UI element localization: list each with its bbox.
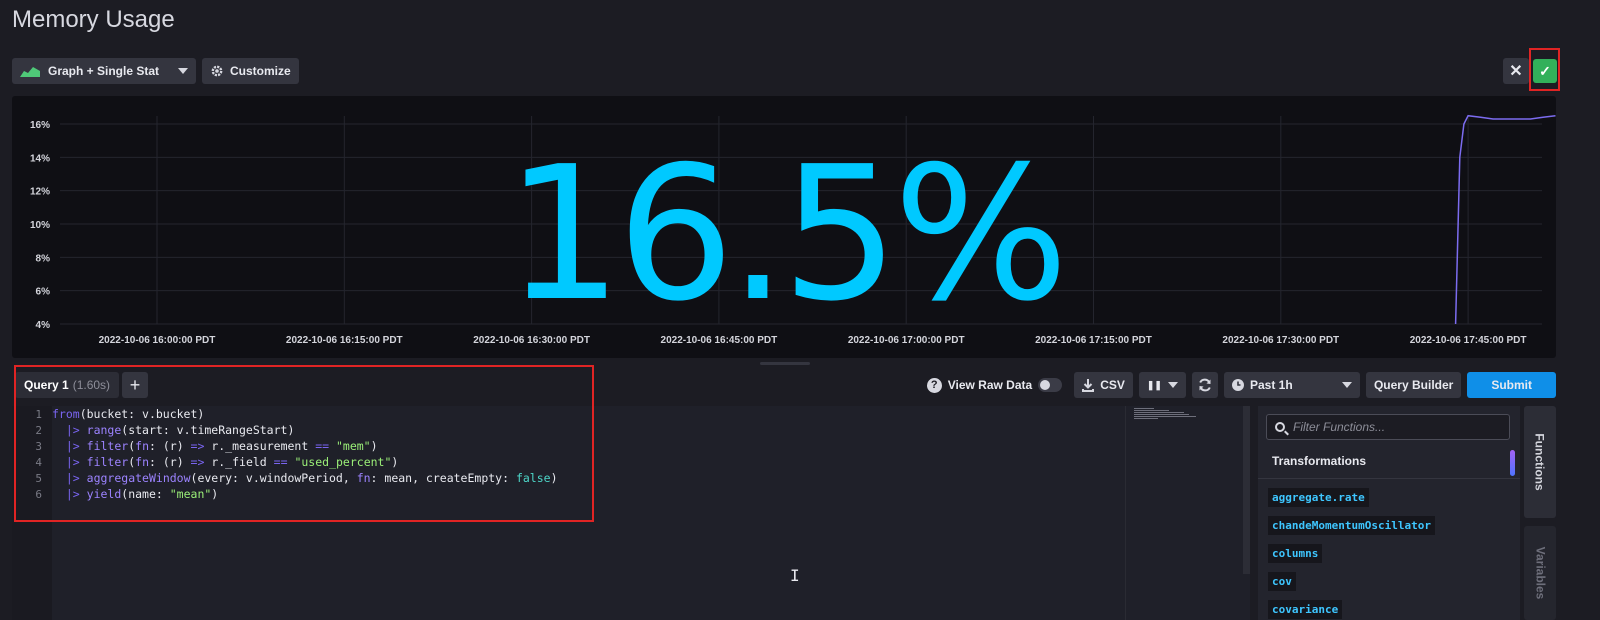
query-toolbar: Query 1 (1.60s) + ? View Raw Data CSV ❚❚ <box>12 370 1556 400</box>
add-query-button[interactable]: + <box>122 372 148 398</box>
download-icon <box>1082 378 1095 392</box>
function-item[interactable]: aggregate.rate <box>1268 488 1369 507</box>
text-cursor-icon: I <box>790 566 800 585</box>
flux-editor[interactable]: 1 2 3 4 5 6 from(bucket: v.bucket) |> ra… <box>12 406 1250 620</box>
visualization-type-dropdown[interactable]: Graph + Single Stat <box>12 58 196 84</box>
view-raw-data-toggle[interactable]: ? View Raw Data <box>926 377 1063 393</box>
minimap-line <box>1134 418 1158 419</box>
code-line: |> aggregateWindow(every: v.windowPeriod… <box>65 471 558 485</box>
minimap-line <box>1134 416 1196 417</box>
tab-functions-label: Functions <box>1533 433 1548 491</box>
tab-functions[interactable]: Functions <box>1524 406 1556 518</box>
function-category: Transformations <box>1272 454 1367 468</box>
code-line: |> range(start: v.timeRangeStart) <box>65 423 295 437</box>
minimap-line <box>1134 408 1154 409</box>
line-number: 5 <box>35 472 42 485</box>
query-tab-name: Query 1 <box>24 378 69 392</box>
plus-icon: + <box>129 374 141 395</box>
editor-minimap[interactable] <box>1125 406 1243 620</box>
line-number: 4 <box>35 456 42 469</box>
filter-functions-input[interactable]: Filter Functions... <box>1266 414 1510 440</box>
checkmark-icon: ✓ <box>1539 62 1551 79</box>
confirm-highlight: ✓ <box>1529 48 1560 91</box>
refresh-icon <box>1199 378 1211 392</box>
time-range-label: Past 1h <box>1249 378 1293 392</box>
code-line: |> filter(fn: (r) => r._field == "used_p… <box>65 455 399 469</box>
close-icon: ✕ <box>1509 63 1523 80</box>
line-number: 3 <box>35 440 42 453</box>
query-tab-time: (1.60s) <box>72 378 111 392</box>
tab-variables[interactable]: Variables <box>1524 526 1556 620</box>
line-number: 1 <box>35 408 42 421</box>
function-item[interactable]: cov <box>1268 572 1296 591</box>
code-line: |> filter(fn: (r) => r._measurement == "… <box>65 439 378 453</box>
resize-handle[interactable] <box>760 362 810 365</box>
chevron-down-icon <box>1167 382 1178 388</box>
query-builder-button[interactable]: Query Builder <box>1365 372 1462 398</box>
csv-download-button[interactable]: CSV <box>1074 372 1133 398</box>
side-tabs: Functions Variables <box>1524 406 1556 620</box>
function-item[interactable]: chandeMomentumOscillator <box>1268 516 1435 535</box>
chevron-down-icon <box>178 68 188 74</box>
visualization-type-label: Graph + Single Stat <box>48 64 160 78</box>
close-button[interactable]: ✕ <box>1503 58 1529 84</box>
functions-panel: Filter Functions... Transformations aggr… <box>1258 406 1520 620</box>
chevron-down-icon <box>1341 382 1352 388</box>
minimap-line <box>1134 412 1184 413</box>
line-number: 6 <box>35 488 42 501</box>
functions-scrollbar[interactable] <box>1510 450 1515 476</box>
editor-scrollbar[interactable] <box>1243 406 1250 574</box>
view-raw-data-label: View Raw Data <box>947 378 1033 392</box>
function-item[interactable]: covariance <box>1268 600 1343 619</box>
help-icon[interactable]: ? <box>926 377 942 393</box>
divider <box>1258 478 1520 479</box>
time-range-dropdown[interactable]: Past 1h <box>1223 372 1360 398</box>
query-tab[interactable]: Query 1 (1.60s) <box>15 372 120 398</box>
customize-label: Customize <box>230 64 291 78</box>
line-number-gutter: 1 2 3 4 5 6 <box>12 406 52 620</box>
tab-variables-label: Variables <box>1533 546 1547 600</box>
search-icon <box>1275 422 1285 432</box>
confirm-button[interactable]: ✓ <box>1533 59 1557 83</box>
refresh-button[interactable] <box>1191 372 1218 398</box>
single-stat-value: 16.5% <box>505 126 1069 342</box>
view-toolbar: Graph + Single Stat Customize <box>12 58 299 84</box>
gear-icon <box>211 65 223 77</box>
autorefresh-dropdown[interactable]: ❚❚ <box>1138 372 1186 398</box>
graph-panel: 16% 14% 12% 10% 8% 6% 4% 2022-10-06 16:00:00 PD… <box>12 96 1556 358</box>
minimap-line <box>1134 410 1169 411</box>
clock-icon <box>1231 379 1244 391</box>
pause-icon: ❚❚ <box>1146 379 1162 390</box>
function-item[interactable]: columns <box>1268 544 1323 563</box>
submit-button[interactable]: Submit <box>1467 372 1556 398</box>
minimap-line <box>1134 414 1189 415</box>
graph-icon <box>20 67 40 77</box>
customize-button[interactable]: Customize <box>202 58 299 84</box>
toggle-switch[interactable] <box>1038 378 1063 392</box>
filter-functions-placeholder: Filter Functions... <box>1293 420 1386 434</box>
code-line: from(bucket: v.bucket) <box>52 407 205 421</box>
code-line: |> yield(name: "mean") <box>65 487 219 501</box>
line-number: 2 <box>35 424 42 437</box>
csv-label: CSV <box>1100 378 1125 392</box>
page-title: Memory Usage <box>12 6 175 33</box>
